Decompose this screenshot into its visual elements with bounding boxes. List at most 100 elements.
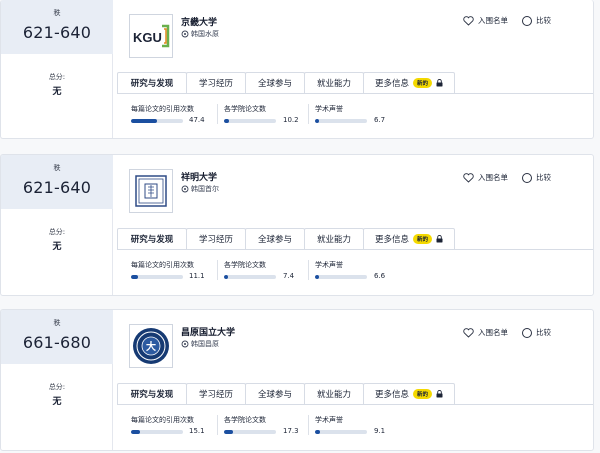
ranking-column: 秩 621-640 总分: 无 <box>1 155 113 295</box>
compare-button[interactable]: 比较 <box>522 327 551 338</box>
metric-value: 6.6 <box>374 272 386 280</box>
metric-fill <box>315 275 320 279</box>
university-location: 韩国水原 <box>181 29 219 39</box>
metric-bar <box>131 119 183 123</box>
compare-label: 比较 <box>536 173 551 182</box>
location-pin-icon <box>181 185 189 193</box>
tab-label: 学习经历 <box>198 79 233 89</box>
metric-label: 学术声誉 <box>315 261 343 269</box>
university-logo[interactable] <box>129 169 173 213</box>
shortlist-label: 入围名单 <box>478 173 508 182</box>
tab-research[interactable]: 研究与发现 <box>117 383 187 405</box>
card-actions: 入围名单 比较 <box>463 172 551 183</box>
tab-learning[interactable]: 学习经历 <box>186 383 246 405</box>
tab-global[interactable]: 全球参与 <box>245 228 305 250</box>
rank-value: 621-640 <box>22 178 92 197</box>
compare-button[interactable]: 比较 <box>522 15 551 26</box>
metric-value: 47.4 <box>189 116 205 124</box>
logo-text: KGU <box>133 30 162 45</box>
university-card: 秩 621-640 总分: 无 KGU 京畿大学 韩国水原 入围名单 比较 研究… <box>0 0 594 139</box>
metric-divider <box>308 415 309 435</box>
tab-label: 全球参与 <box>257 79 292 89</box>
metrics-panel: 每篇论文的引用次数 15.1 各学院论文数 17.3 学术声誉 9.1 <box>117 404 593 450</box>
radio-icon[interactable] <box>522 172 532 183</box>
rank-box: 秩 661-680 <box>1 310 113 364</box>
university-name[interactable]: 京畿大学 <box>181 15 217 28</box>
university-logo[interactable]: 大 <box>129 324 173 368</box>
metric-value: 15.1 <box>189 427 205 435</box>
metric-fill <box>131 275 138 279</box>
metric-label: 每篇论文的引用次数 <box>131 416 194 424</box>
tab-label: 就业能力 <box>316 235 351 245</box>
metric-bar <box>131 275 183 279</box>
metrics-panel: 每篇论文的引用次数 47.4 各学院论文数 10.2 学术声誉 6.7 <box>117 93 593 138</box>
tab-label: 学习经历 <box>198 235 233 245</box>
metric-bar <box>224 275 276 279</box>
metric-bar <box>315 275 367 279</box>
tab-employability[interactable]: 就业能力 <box>304 383 364 405</box>
radio-icon[interactable] <box>522 15 532 26</box>
location-text: 韩国首尔 <box>191 185 219 193</box>
metric-divider <box>217 104 218 124</box>
location-pin-icon <box>181 30 189 38</box>
tab-learning[interactable]: 学习经历 <box>186 228 246 250</box>
tab-research[interactable]: 研究与发现 <box>117 72 187 94</box>
tab-label: 研究与发现 <box>130 235 174 245</box>
score-label: 总分: <box>48 383 66 391</box>
tab-global[interactable]: 全球参与 <box>245 383 305 405</box>
metric-label: 学术声誉 <box>315 105 343 113</box>
metric-divider <box>308 260 309 280</box>
metric-label: 每篇论文的引用次数 <box>131 261 194 269</box>
university-logo[interactable]: KGU <box>129 14 173 58</box>
university-card: 秩 661-680 总分: 无 大 昌原国立大学 韩国昌原 入围名单 比较 研究… <box>0 309 594 451</box>
tab-label: 就业能力 <box>316 79 351 89</box>
rank-label: 秩 <box>53 164 61 172</box>
shortlist-button[interactable]: 入围名单 <box>463 15 508 26</box>
tab-label: 更多信息 <box>374 390 409 400</box>
metric-value: 11.1 <box>189 272 205 280</box>
tab-employability[interactable]: 就业能力 <box>304 72 364 94</box>
sangmyung-seal <box>135 175 167 207</box>
metric-bar <box>315 119 367 123</box>
metric-label: 各学院论文数 <box>224 105 266 113</box>
compare-button[interactable]: 比较 <box>522 172 551 183</box>
metric-value: 9.1 <box>374 427 386 435</box>
shortlist-button[interactable]: 入围名单 <box>463 327 508 338</box>
metric-fill <box>131 430 140 434</box>
metric-fill <box>315 430 321 434</box>
university-name[interactable]: 祥明大学 <box>181 170 217 183</box>
shortlist-label: 入围名单 <box>478 16 508 25</box>
lock-icon <box>436 390 443 398</box>
tab-label: 更多信息 <box>374 235 409 245</box>
new-badge: 新的 <box>413 389 433 399</box>
metric-divider <box>217 415 218 435</box>
score-value: 无 <box>52 87 62 97</box>
compare-label: 比较 <box>536 328 551 337</box>
tab-label: 研究与发现 <box>130 79 174 89</box>
metric-bar <box>224 119 276 123</box>
shortlist-button[interactable]: 入围名单 <box>463 172 508 183</box>
tab-label: 就业能力 <box>316 390 351 400</box>
tab-research[interactable]: 研究与发现 <box>117 228 187 250</box>
tab-learning[interactable]: 学习经历 <box>186 72 246 94</box>
tab-employability[interactable]: 就业能力 <box>304 228 364 250</box>
emblem-text: 大 <box>146 340 156 353</box>
metric-bar <box>315 430 367 434</box>
metric-bar <box>224 430 276 434</box>
tab-more-info[interactable]: 更多信息 新的 <box>363 72 455 94</box>
radio-icon[interactable] <box>522 327 532 338</box>
tab-global[interactable]: 全球参与 <box>245 72 305 94</box>
tab-bar: 研究与发现 学习经历 全球参与 就业能力 更多信息 新的 <box>117 72 455 94</box>
university-name[interactable]: 昌原国立大学 <box>181 325 235 338</box>
metric-fill <box>224 119 230 123</box>
tab-label: 学习经历 <box>198 390 233 400</box>
tab-more-info[interactable]: 更多信息 新的 <box>363 228 455 250</box>
rank-label: 秩 <box>53 9 61 17</box>
heart-icon <box>463 327 474 338</box>
lock-icon <box>436 235 443 243</box>
tab-label: 全球参与 <box>257 390 292 400</box>
tab-more-info[interactable]: 更多信息 新的 <box>363 383 455 405</box>
score-value: 无 <box>52 397 62 407</box>
metric-value: 6.7 <box>374 116 386 124</box>
compare-label: 比较 <box>536 16 551 25</box>
